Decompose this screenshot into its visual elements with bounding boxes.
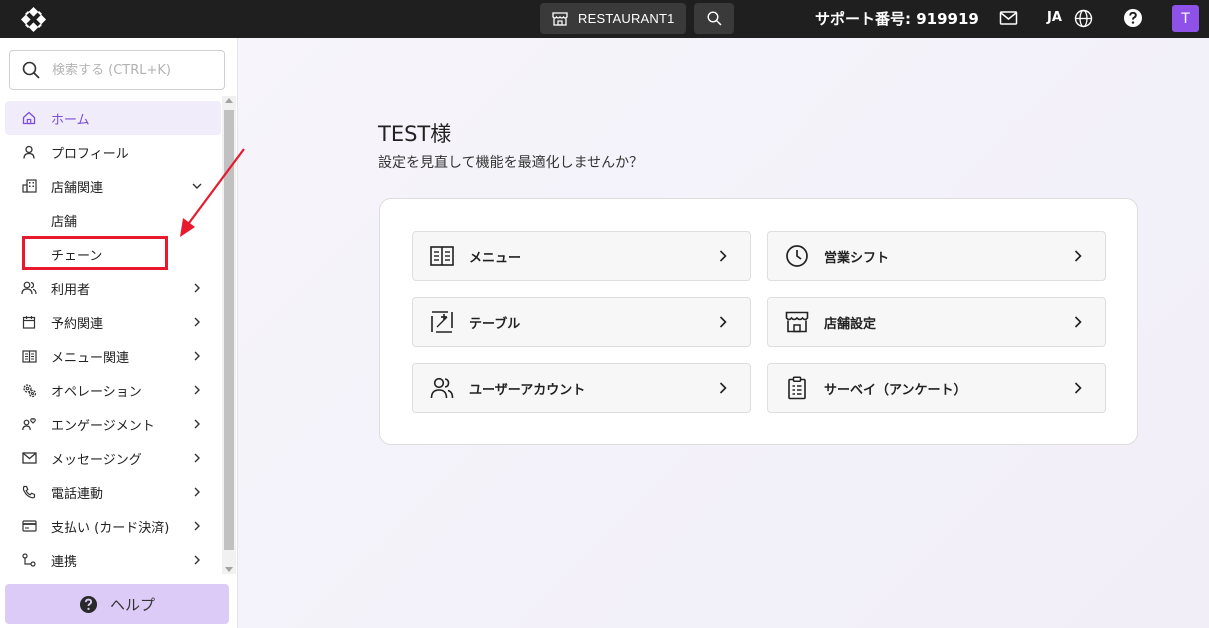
chevron-right-icon bbox=[194, 555, 200, 565]
users-icon bbox=[21, 280, 37, 296]
chevron-right-icon bbox=[719, 382, 727, 394]
sidebar-item-label: 連携 bbox=[51, 554, 78, 570]
tile-menu[interactable]: メニュー bbox=[412, 231, 751, 281]
chevron-right-icon bbox=[194, 351, 200, 361]
chevron-right-icon bbox=[194, 317, 200, 327]
tile-business-shift[interactable]: 営業シフト bbox=[767, 231, 1106, 281]
chevron-right-icon bbox=[194, 419, 200, 429]
mail-icon[interactable] bbox=[999, 9, 1018, 27]
sidebar-item-label: ホーム bbox=[51, 112, 90, 128]
phone-icon bbox=[21, 484, 37, 500]
top-bar: RESTAURANT1 サポート番号: 919919 JA T bbox=[0, 0, 1209, 38]
user-icon bbox=[21, 144, 37, 160]
sidebar-item-label: 電話連動 bbox=[51, 486, 104, 502]
chevron-right-icon bbox=[1074, 250, 1082, 262]
annotation-highlight-box bbox=[22, 236, 168, 270]
building-icon bbox=[21, 178, 37, 194]
sidebar-item-label: 利用者 bbox=[51, 282, 91, 298]
home-icon bbox=[21, 110, 37, 126]
sidebar-item-label: 店舗関連 bbox=[51, 180, 104, 196]
users-icon bbox=[429, 375, 455, 401]
sidebar-item-menu-related[interactable]: メニュー関連 bbox=[5, 339, 221, 373]
annotation-arrow-icon bbox=[180, 148, 245, 237]
tile-label: サーベイ（アンケート） bbox=[824, 382, 967, 398]
scroll-up-arrow-icon[interactable] bbox=[225, 98, 233, 103]
clock-icon bbox=[784, 243, 810, 269]
tile-user-accounts[interactable]: ユーザーアカウント bbox=[412, 363, 751, 413]
tile-label: 営業シフト bbox=[824, 250, 890, 266]
chevron-right-icon bbox=[194, 453, 200, 463]
sidebar-item-integrations[interactable]: 連携 bbox=[5, 543, 221, 577]
sidebar-item-reservations[interactable]: 予約関連 bbox=[5, 305, 221, 339]
sidebar-item-label: メッセージング bbox=[51, 452, 142, 468]
tile-label: ユーザーアカウント bbox=[469, 382, 586, 398]
menu-book-icon bbox=[21, 348, 37, 364]
sidebar-item-label: 店舗 bbox=[51, 214, 78, 230]
chevron-right-icon bbox=[719, 250, 727, 262]
chevron-right-icon bbox=[719, 316, 727, 328]
sidebar-item-label: オペレーション bbox=[51, 384, 142, 400]
page-subtitle: 設定を見直して機能を最適化しませんか？ bbox=[378, 155, 644, 171]
global-search-button[interactable] bbox=[694, 3, 734, 34]
main-content: TEST様 設定を見直して機能を最適化しませんか？ メニュー 営業シフト テーブ… bbox=[238, 38, 1209, 628]
sidebar-item-operations[interactable]: オペレーション bbox=[5, 373, 221, 407]
integration-icon bbox=[21, 552, 37, 568]
sidebar-item-payments[interactable]: 支払い (カード決済) bbox=[5, 509, 221, 543]
clipboard-icon bbox=[784, 375, 810, 401]
sidebar-item-engagement[interactable]: エンゲージメント bbox=[5, 407, 221, 441]
language-label[interactable]: JA bbox=[1047, 10, 1062, 25]
sidebar-item-label: 予約関連 bbox=[51, 316, 104, 332]
shortcut-card: メニュー 営業シフト テーブル 店舗設定 ユーザーアカウント サーベイ（アンケー… bbox=[379, 198, 1138, 445]
help-button[interactable]: ヘルプ bbox=[5, 584, 229, 624]
search-icon bbox=[706, 11, 722, 26]
table-icon bbox=[429, 309, 455, 335]
chevron-right-icon bbox=[194, 487, 200, 497]
scroll-down-arrow-icon[interactable] bbox=[225, 567, 233, 572]
tile-store-settings[interactable]: 店舗設定 bbox=[767, 297, 1106, 347]
store-icon bbox=[784, 309, 810, 335]
store-selector-button[interactable]: RESTAURANT1 bbox=[540, 3, 686, 34]
sidebar-item-messaging[interactable]: メッセージング bbox=[5, 441, 221, 475]
chevron-right-icon bbox=[194, 385, 200, 395]
tile-label: テーブル bbox=[469, 316, 521, 332]
help-icon[interactable] bbox=[1123, 8, 1143, 28]
help-icon bbox=[79, 595, 98, 613]
sidebar: ホーム プロフィール 店舗関連 店舗 チェーン bbox=[0, 38, 238, 628]
chevron-right-icon bbox=[194, 521, 200, 531]
store-name: RESTAURANT1 bbox=[578, 11, 675, 26]
support-number: サポート番号: 919919 bbox=[815, 10, 979, 28]
mail-icon bbox=[21, 450, 37, 466]
sidebar-item-label: メニュー関連 bbox=[51, 350, 130, 366]
sidebar-search[interactable] bbox=[9, 50, 225, 90]
chevron-right-icon bbox=[1074, 316, 1082, 328]
chevron-right-icon bbox=[1074, 382, 1082, 394]
help-button-label: ヘルプ bbox=[109, 595, 155, 614]
menu-book-icon bbox=[429, 243, 455, 269]
logo-icon[interactable] bbox=[20, 6, 47, 33]
page-title: TEST様 bbox=[378, 122, 452, 146]
card-icon bbox=[21, 518, 37, 534]
sidebar-item-phone[interactable]: 電話連動 bbox=[5, 475, 221, 509]
calendar-icon bbox=[21, 314, 37, 330]
tile-survey[interactable]: サーベイ（アンケート） bbox=[767, 363, 1106, 413]
sidebar-search-input[interactable] bbox=[52, 62, 212, 78]
tile-label: 店舗設定 bbox=[824, 316, 877, 332]
gears-icon bbox=[21, 382, 37, 398]
tile-table[interactable]: テーブル bbox=[412, 297, 751, 347]
globe-icon[interactable] bbox=[1074, 9, 1093, 28]
sidebar-item-label: エンゲージメント bbox=[51, 418, 155, 434]
chevron-right-icon bbox=[194, 283, 200, 293]
store-icon bbox=[552, 11, 568, 26]
tile-label: メニュー bbox=[469, 250, 522, 266]
sidebar-item-users[interactable]: 利用者 bbox=[5, 271, 221, 305]
engagement-icon bbox=[21, 416, 37, 432]
search-icon bbox=[22, 61, 40, 79]
user-avatar[interactable]: T bbox=[1172, 5, 1199, 32]
sidebar-item-label: プロフィール bbox=[51, 146, 129, 162]
sidebar-item-home[interactable]: ホーム bbox=[5, 101, 221, 135]
sidebar-item-label: 支払い (カード決済) bbox=[51, 520, 170, 536]
